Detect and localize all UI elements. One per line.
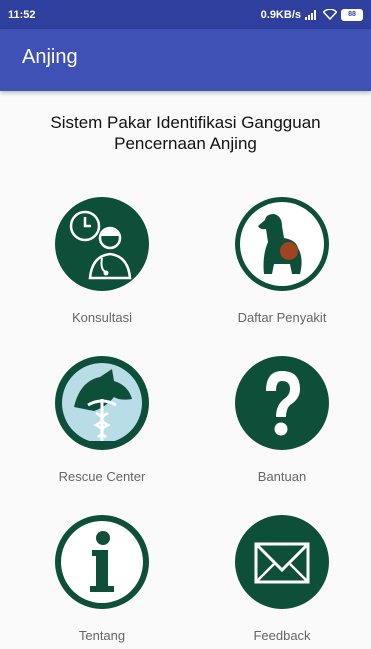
status-time: 11:52 (8, 8, 36, 21)
bantuan-button[interactable]: Bantuan (202, 355, 362, 484)
page-heading: Sistem Pakar Identifikasi Gangguan Pence… (0, 112, 371, 154)
status-bar: 11:52 0.9KB/s 88 (0, 0, 371, 29)
tentang-label: Tentang (78, 628, 126, 643)
doctor-clock-icon (55, 197, 149, 291)
bantuan-label: Bantuan (257, 469, 307, 484)
status-icons: 0.9KB/s 88 (260, 8, 363, 21)
daftar-penyakit-label: Daftar Penyakit (237, 310, 327, 325)
battery-icon: 88 (341, 8, 363, 21)
konsultasi-label: Konsultasi (72, 310, 132, 325)
question-mark-icon (235, 356, 329, 450)
feedback-button[interactable]: Feedback (202, 514, 362, 643)
rescue-center-label: Rescue Center (58, 469, 146, 484)
signal-icon (305, 9, 316, 20)
sick-dog-icon (235, 197, 329, 291)
vet-caduceus-icon (55, 356, 149, 450)
app-title: Anjing (22, 46, 78, 68)
info-icon (55, 515, 149, 609)
daftar-penyakit-button[interactable]: Daftar Penyakit (202, 196, 362, 325)
heading-line-2: Pencernaan Anjing (114, 134, 257, 153)
app-bar: Anjing (0, 29, 371, 91)
heading-line-1: Sistem Pakar Identifikasi Gangguan (50, 113, 321, 132)
konsultasi-button[interactable]: Konsultasi (22, 196, 182, 325)
tentang-button[interactable]: Tentang (22, 514, 182, 643)
rescue-center-button[interactable]: Rescue Center (22, 355, 182, 484)
feedback-label: Feedback (253, 628, 311, 643)
network-speed: 0.9KB/s (260, 8, 301, 21)
wifi-icon (323, 9, 337, 20)
mail-icon (235, 515, 329, 609)
